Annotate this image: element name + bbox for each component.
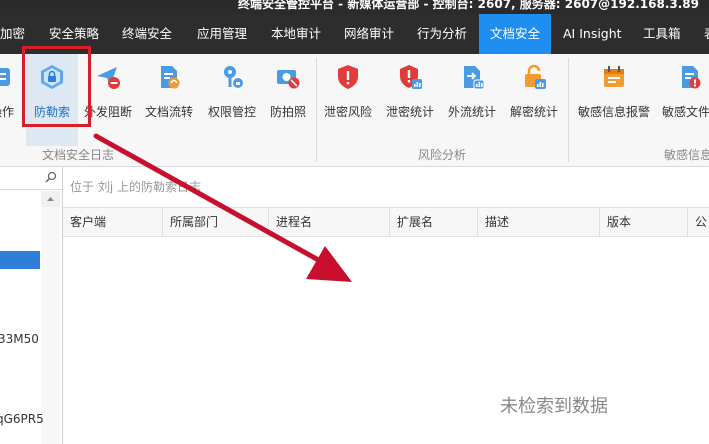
table-header: 客户端 所属部门 进程名 扩展名 描述 版本 公 [63, 207, 709, 237]
ribbon-toolbar: 操作 防勒索 外发阻断 文档流转 [0, 54, 709, 167]
ribbon-operation-label: 操作 [0, 105, 14, 119]
ribbon-group-separator [568, 58, 569, 162]
ribbon-leak-risk-label: 泄密风险 [323, 105, 372, 119]
sensitive-file-icon [682, 66, 701, 89]
empty-state-text: 未检索到数据 [500, 396, 608, 417]
top-menu-bar: 加密 安全策略 终端安全 应用管理 本地审计 网络审计 行为分析 文档安全 AI… [0, 14, 709, 54]
window-title-bar: 终端安全管控平台 - 新媒体运营部 - 控制台: 2607, 服务器: 2607… [0, 0, 709, 14]
menu-ai-insight[interactable]: AI Insight [563, 14, 622, 54]
ribbon-group-separator [316, 58, 317, 162]
tree-search-bar[interactable] [0, 167, 62, 190]
menu-endpoint-security[interactable]: 终端安全 [122, 14, 172, 54]
chevron-up-icon [47, 197, 54, 201]
anti-photo-icon [277, 70, 300, 89]
ribbon-permission-label: 权限管控 [207, 105, 256, 119]
ribbon-outflow-stats-label: 外流统计 [447, 105, 496, 119]
column-header-public[interactable]: 公 [688, 208, 709, 236]
column-header-description[interactable]: 描述 [478, 208, 600, 236]
ribbon-group-label-doc-security-log: 文档安全日志 [42, 148, 115, 162]
window-title: 终端安全管控平台 - 新媒体运营部 - 控制台: 2607, 服务器: 2607… [238, 0, 699, 11]
column-header-version[interactable]: 版本 [600, 208, 688, 236]
sensitive-alert-icon [604, 66, 624, 87]
leak-stats-icon [400, 65, 422, 89]
ribbon-leak-risk-button[interactable]: 泄密风险 [322, 54, 374, 146]
document-flow-icon [161, 66, 180, 89]
menu-app-management[interactable]: 应用管理 [197, 14, 247, 54]
menu-behavior-analysis[interactable]: 行为分析 [417, 14, 467, 54]
menu-network-audit[interactable]: 网络审计 [344, 14, 394, 54]
ribbon-group-label-risk-analysis: 风险分析 [418, 148, 467, 162]
breadcrumb: 位于 刘j 上的防勒索日志 [70, 180, 201, 194]
ribbon-permission-button[interactable]: 权限管控 [206, 54, 258, 146]
menu-local-audit[interactable]: 本地审计 [271, 14, 321, 54]
ribbon-sensitive-file-button[interactable]: 敏感文件 [660, 54, 709, 146]
annotation-highlight-box [22, 46, 91, 127]
ribbon-sensitive-file-label: 敏感文件 [662, 105, 709, 119]
ribbon-anti-photo-label: 防拍照 [269, 105, 306, 119]
ribbon-operation-button[interactable]: 操作 [0, 54, 22, 146]
ribbon-sensitive-alert-button[interactable]: 敏感信息报警 [574, 54, 654, 146]
ribbon-decrypt-stats-label: 解密统计 [509, 105, 558, 119]
column-header-department[interactable]: 所属部门 [163, 208, 269, 236]
ribbon-group-label-sensitive-info: 敏感信息 [664, 148, 709, 162]
ribbon-decrypt-stats-button[interactable]: 解密统计 [508, 54, 560, 146]
ribbon-leak-stats-label: 泄密统计 [385, 105, 434, 119]
ribbon-outflow-stats-button[interactable]: 外流统计 [446, 54, 498, 146]
permission-icon [224, 66, 244, 89]
menu-report[interactable]: 表 [704, 14, 709, 54]
column-header-process[interactable]: 进程名 [269, 208, 390, 236]
tree-scroll-up-button[interactable] [41, 191, 60, 207]
operation-icon [0, 68, 10, 86]
leak-risk-icon [338, 65, 358, 89]
menu-document-security[interactable]: 文档安全 [479, 14, 551, 54]
block-send-icon [97, 67, 120, 89]
tree-scrollbar[interactable] [41, 207, 60, 444]
outflow-stats-icon [464, 66, 485, 90]
ribbon-anti-photo-button[interactable]: 防拍照 [264, 54, 312, 146]
ribbon-sensitive-alert-label: 敏感信息报警 [577, 105, 650, 119]
decrypt-stats-icon [525, 64, 546, 89]
tree-item[interactable]: qG6PR5 [0, 412, 44, 426]
tree-item[interactable]: 33M50 [0, 332, 39, 346]
ribbon-document-flow-button[interactable]: 文档流转 [143, 54, 195, 146]
computer-tree-pane: 33M50 qG6PR5 [0, 167, 63, 444]
menu-toolbox[interactable]: 工具箱 [643, 14, 681, 54]
log-main-panel: 位于 刘j 上的防勒索日志 客户端 所属部门 进程名 扩展名 描述 版本 公 未… [63, 167, 709, 444]
column-header-extension[interactable]: 扩展名 [390, 208, 478, 236]
column-header-client[interactable]: 客户端 [63, 208, 163, 236]
tree-selected-row[interactable] [0, 251, 40, 269]
ribbon-leak-stats-button[interactable]: 泄密统计 [384, 54, 436, 146]
search-icon[interactable] [44, 170, 58, 184]
ribbon-document-flow-label: 文档流转 [144, 105, 193, 119]
